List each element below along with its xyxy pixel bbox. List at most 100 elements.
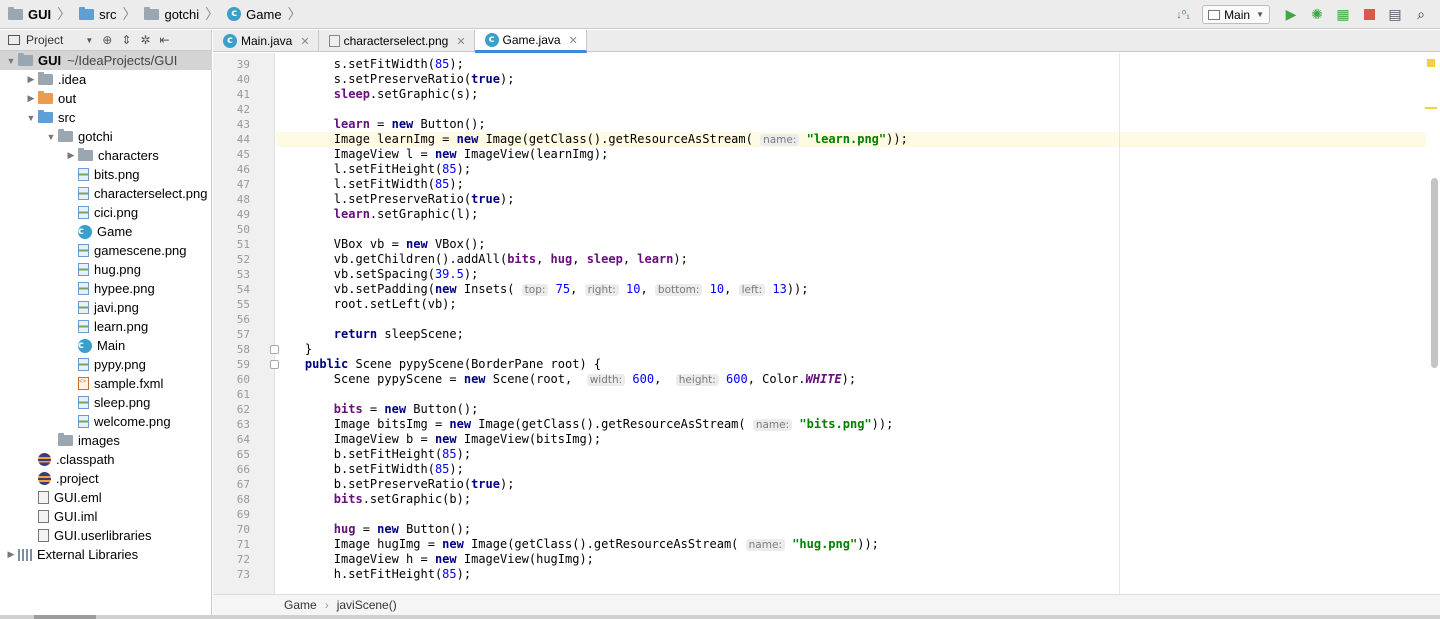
tree-item[interactable]: gamescene.png: [0, 241, 212, 260]
tree-item[interactable]: ▶ External Libraries: [0, 545, 212, 564]
code-line[interactable]: Image hugImg = new Image(getClass().getR…: [276, 537, 1426, 552]
chevron-right-icon[interactable]: ▶: [64, 150, 78, 161]
tree-item[interactable]: sleep.png: [0, 393, 212, 412]
code-line[interactable]: [276, 507, 1426, 522]
close-icon[interactable]: ✕: [569, 34, 578, 47]
tree-item[interactable]: ▶ characters: [0, 146, 212, 165]
nav-crumb-gotchi[interactable]: gotchi 〉: [136, 0, 219, 29]
code-line[interactable]: [276, 222, 1426, 237]
tree-item[interactable]: c Game: [0, 222, 212, 241]
stop-icon[interactable]: [1359, 5, 1379, 25]
project-structure-icon[interactable]: ▤: [1385, 5, 1405, 25]
code-line[interactable]: vb.setSpacing(39.5);: [276, 267, 1426, 282]
tree-item[interactable]: ▶ .idea: [0, 70, 212, 89]
code-line[interactable]: vb.setPadding(new Insets( top: 75, right…: [276, 282, 1426, 297]
code-line[interactable]: b.setFitHeight(85);: [276, 447, 1426, 462]
code-line[interactable]: public Scene pypyScene(BorderPane root) …: [276, 357, 1426, 372]
code-line[interactable]: VBox vb = new VBox();: [276, 237, 1426, 252]
code-line[interactable]: l.setPreserveRatio(true);: [276, 192, 1426, 207]
code-line[interactable]: h.setFitHeight(85);: [276, 567, 1426, 582]
breadcrumb-item[interactable]: Game: [284, 598, 317, 612]
tree-item[interactable]: javi.png: [0, 298, 212, 317]
code-line[interactable]: return sleepScene;: [276, 327, 1426, 342]
gear-icon[interactable]: ✲: [140, 33, 150, 47]
tree-item[interactable]: GUI.iml: [0, 507, 212, 526]
code-line[interactable]: ImageView l = new ImageView(learnImg);: [276, 147, 1426, 162]
nav-crumb-src[interactable]: src 〉: [71, 0, 136, 29]
code-line[interactable]: Scene pypyScene = new Scene(root, width:…: [276, 372, 1426, 387]
code-area[interactable]: s.setFitWidth(85); s.setPreserveRatio(tr…: [276, 53, 1426, 594]
tree-item[interactable]: bits.png: [0, 165, 212, 184]
chevron-right-icon[interactable]: ▶: [24, 93, 38, 104]
debug-icon[interactable]: ✺: [1307, 5, 1327, 25]
tab-game-java[interactable]: c Game.java ✕: [474, 30, 587, 53]
code-line[interactable]: ImageView h = new ImageView(hugImg);: [276, 552, 1426, 567]
tree-item[interactable]: hypee.png: [0, 279, 212, 298]
inspection-status-icon[interactable]: [1427, 59, 1435, 67]
close-icon[interactable]: ✕: [456, 35, 465, 48]
tree-item[interactable]: pypy.png: [0, 355, 212, 374]
tree-item[interactable]: welcome.png: [0, 412, 212, 431]
chevron-down-icon[interactable]: ▼: [24, 113, 38, 123]
scrollbar-thumb[interactable]: [34, 615, 96, 619]
nav-crumb-game[interactable]: c Game 〉: [219, 0, 302, 29]
tab-main-java[interactable]: c Main.java ✕: [213, 30, 319, 52]
tree-item[interactable]: GUI.eml: [0, 488, 212, 507]
chevron-right-icon[interactable]: ▶: [4, 549, 18, 560]
chevron-right-icon[interactable]: ▶: [24, 74, 38, 85]
code-editor[interactable]: 39 40 41 42 43 44 45 46 47 48 49 50 51 52 53 54 55 56 57 58…: [213, 53, 1440, 594]
code-line[interactable]: s.setPreserveRatio(true);: [276, 72, 1426, 87]
chevron-down-icon[interactable]: ▼: [4, 56, 18, 66]
tree-item[interactable]: learn.png: [0, 317, 212, 336]
horizontal-scrollbar[interactable]: [0, 615, 1440, 619]
code-line[interactable]: l.setFitWidth(85);: [276, 177, 1426, 192]
code-line[interactable]: b.setPreserveRatio(true);: [276, 477, 1426, 492]
code-line[interactable]: [276, 102, 1426, 117]
tree-item[interactable]: characterselect.png: [0, 184, 212, 203]
tree-item[interactable]: images: [0, 431, 212, 450]
vertical-scrollbar[interactable]: [1431, 178, 1438, 368]
code-line[interactable]: b.setFitWidth(85);: [276, 462, 1426, 477]
code-line[interactable]: learn.setGraphic(l);: [276, 207, 1426, 222]
code-line[interactable]: }: [276, 342, 1426, 357]
code-line[interactable]: bits = new Button();: [276, 402, 1426, 417]
code-line[interactable]: l.setFitHeight(85);: [276, 162, 1426, 177]
code-line[interactable]: root.setLeft(vb);: [276, 297, 1426, 312]
code-line[interactable]: Image bitsImg = new Image(getClass().get…: [276, 417, 1426, 432]
sort-icon[interactable]: ↓⁰₁: [1173, 5, 1193, 25]
line-number-gutter[interactable]: 39 40 41 42 43 44 45 46 47 48 49 50 51 52 53 54 55 56 57 58…: [213, 53, 279, 594]
tree-item[interactable]: ▶ out: [0, 89, 212, 108]
tab-characterselect-png[interactable]: characterselect.png ✕: [319, 30, 475, 52]
code-line[interactable]: learn = new Button();: [276, 117, 1426, 132]
code-line[interactable]: sleep.setGraphic(s);: [276, 87, 1426, 102]
tree-item[interactable]: ▼ gotchi: [0, 127, 212, 146]
close-icon[interactable]: ✕: [300, 35, 309, 48]
run-icon[interactable]: ▶: [1281, 5, 1301, 25]
code-line[interactable]: Image learnImg = new Image(getClass().ge…: [276, 132, 1426, 147]
code-line[interactable]: bits.setGraphic(b);: [276, 492, 1426, 507]
tree-item[interactable]: GUI.userlibraries: [0, 526, 212, 545]
coverage-icon[interactable]: ▦: [1333, 5, 1353, 25]
tree-item[interactable]: cici.png: [0, 203, 212, 222]
hide-panel-icon[interactable]: ⇤: [159, 33, 169, 47]
project-view-selector[interactable]: Project: [26, 33, 63, 47]
code-line[interactable]: hug = new Button();: [276, 522, 1426, 537]
code-line[interactable]: [276, 387, 1426, 402]
code-line[interactable]: s.setFitWidth(85);: [276, 57, 1426, 72]
tree-item[interactable]: hug.png: [0, 260, 212, 279]
tree-item[interactable]: c Main: [0, 336, 212, 355]
code-line[interactable]: ImageView b = new ImageView(bitsImg);: [276, 432, 1426, 447]
locate-icon[interactable]: ⊕: [102, 33, 112, 47]
search-icon[interactable]: ⌕: [1411, 5, 1431, 25]
breadcrumb-item[interactable]: javiScene(): [337, 598, 397, 612]
code-line[interactable]: [276, 312, 1426, 327]
code-line[interactable]: vb.getChildren().addAll(bits, hug, sleep…: [276, 252, 1426, 267]
chevron-down-icon[interactable]: ▼: [85, 36, 93, 45]
chevron-down-icon[interactable]: ▼: [44, 132, 58, 142]
collapse-all-icon[interactable]: ⇕: [121, 33, 131, 47]
scrollbar-marker[interactable]: [1425, 107, 1437, 109]
tree-item[interactable]: sample.fxml: [0, 374, 212, 393]
tree-item[interactable]: .classpath: [0, 450, 212, 469]
run-config-selector[interactable]: Main ▼: [1202, 5, 1270, 24]
tree-item[interactable]: .project: [0, 469, 212, 488]
